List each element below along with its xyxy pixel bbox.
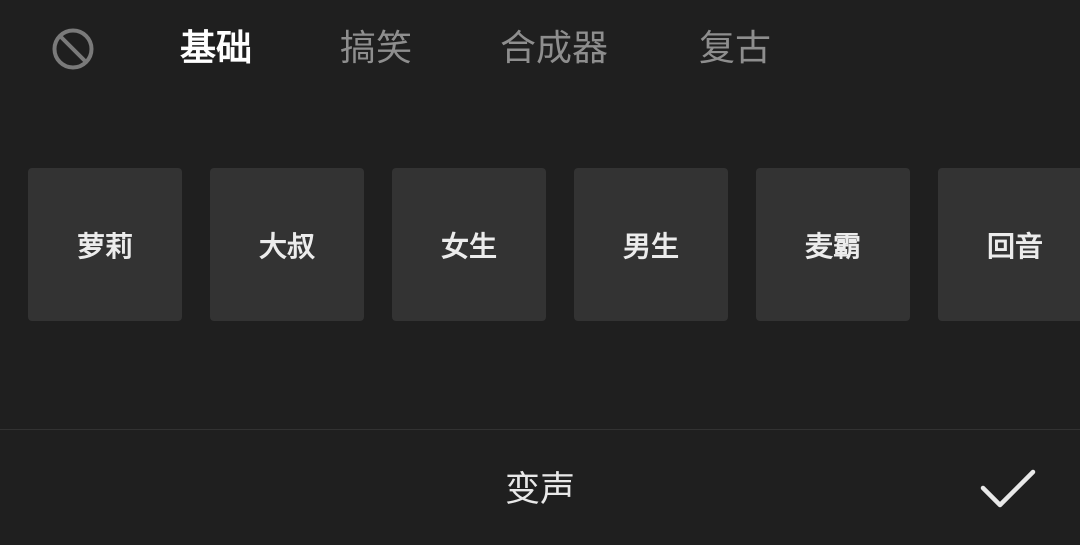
tab-funny[interactable]: 搞笑: [340, 24, 412, 74]
effect-label: 麦霸: [804, 229, 861, 263]
category-tab-bar: 基础 搞笑 合成器 复古: [0, 0, 1080, 100]
effect-tile-echo[interactable]: 回音: [938, 168, 1080, 321]
effect-label: 回音: [986, 229, 1043, 263]
effect-label: 大叔: [258, 229, 315, 263]
voice-change-panel: 基础 搞笑 合成器 复古 萝莉 大叔 女生 男生 麦霸 回音 变声: [0, 0, 1080, 545]
effect-label: 男生: [622, 229, 679, 263]
effect-label: 女生: [440, 229, 497, 263]
no-effect-icon[interactable]: [51, 27, 95, 71]
effect-tile-loli[interactable]: 萝莉: [28, 168, 182, 321]
confirm-button[interactable]: [978, 466, 1038, 512]
effect-list: 萝莉 大叔 女生 男生 麦霸 回音: [0, 168, 1080, 321]
checkmark-icon: [980, 469, 1036, 508]
tab-basic[interactable]: 基础: [180, 24, 252, 74]
effect-tile-uncle[interactable]: 大叔: [210, 168, 364, 321]
bottom-bar: 变声: [0, 430, 1080, 545]
effect-tile-karaoke[interactable]: 麦霸: [756, 168, 910, 321]
tab-synthesizer[interactable]: 合成器: [500, 24, 608, 74]
effect-tile-male[interactable]: 男生: [574, 168, 728, 321]
panel-title: 变声: [504, 470, 575, 510]
effect-tile-female[interactable]: 女生: [392, 168, 546, 321]
tab-retro[interactable]: 复古: [699, 24, 771, 74]
effect-label: 萝莉: [76, 229, 133, 263]
